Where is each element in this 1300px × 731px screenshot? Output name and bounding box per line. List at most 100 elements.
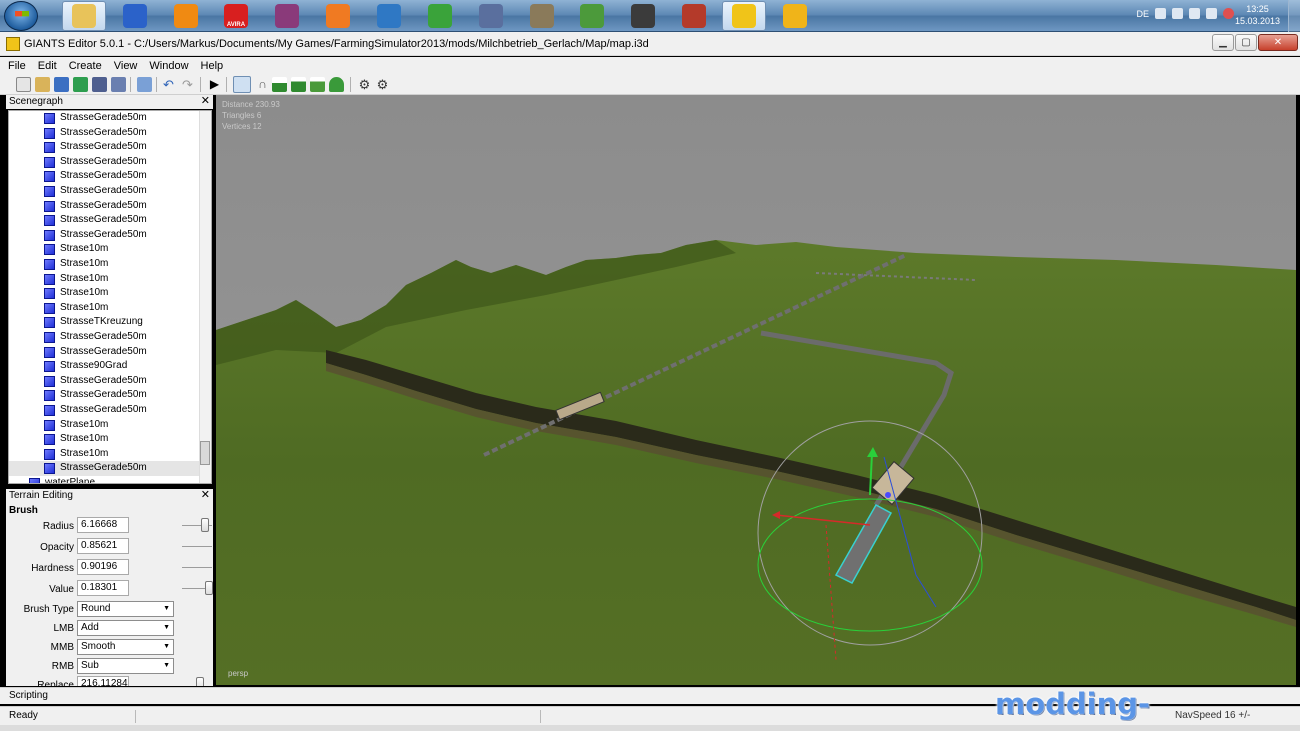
- value-input[interactable]: 0.18301: [77, 580, 129, 596]
- open-folder-icon[interactable]: [35, 77, 50, 92]
- rmb-select[interactable]: Sub: [77, 658, 174, 674]
- taskbar-app-button[interactable]: [62, 1, 106, 31]
- taskbar-app-button[interactable]: [367, 1, 411, 31]
- close-icon[interactable]: ✕: [201, 489, 210, 502]
- scenegraph-item[interactable]: Strase10m: [9, 447, 199, 462]
- scenegraph-item[interactable]: StrasseGerade50m: [9, 330, 199, 345]
- menu-create[interactable]: Create: [69, 60, 102, 72]
- close-icon[interactable]: ✕: [201, 95, 210, 108]
- slider-handle[interactable]: [196, 677, 204, 686]
- 3d-viewport[interactable]: Distance 230.93 Triangles 6 Vertices 12 …: [216, 95, 1296, 685]
- toolbar-separator: [130, 77, 131, 92]
- hardness-input[interactable]: 0.90196: [77, 559, 129, 575]
- minimize-button[interactable]: ▁: [1212, 34, 1234, 51]
- scenegraph-item[interactable]: StrasseGerade50m: [9, 199, 199, 214]
- scenegraph-item[interactable]: StrasseTKreuzung: [9, 315, 199, 330]
- scenegraph-item-label: StrasseTKreuzung: [60, 316, 143, 328]
- scenegraph-item[interactable]: StrasseGerade50m: [9, 140, 199, 155]
- scenegraph-item[interactable]: Strase10m: [9, 286, 199, 301]
- magnet-icon[interactable]: ∩: [255, 77, 270, 92]
- taskbar-app-button[interactable]: [520, 1, 564, 31]
- play-icon[interactable]: ▶: [207, 77, 222, 92]
- scenegraph-item[interactable]: StrasseGerade50m: [9, 228, 199, 243]
- taskbar-app-button[interactable]: AVIRA: [214, 1, 258, 31]
- flag-icon[interactable]: [1172, 8, 1183, 19]
- refresh-icon[interactable]: [73, 77, 88, 92]
- slider-handle[interactable]: [204, 581, 213, 595]
- scenegraph-item[interactable]: StrasseGerade50m: [9, 184, 199, 199]
- undo-icon[interactable]: ↶: [161, 77, 176, 92]
- taskbar-app-button[interactable]: [164, 1, 208, 31]
- menu-window[interactable]: Window: [149, 60, 188, 72]
- close-button[interactable]: ✕: [1258, 34, 1298, 51]
- taskbar-app-button[interactable]: [265, 1, 309, 31]
- menu-view[interactable]: View: [114, 60, 138, 72]
- taskbar-app-button[interactable]: [113, 1, 157, 31]
- brush-type-select[interactable]: Round: [77, 601, 174, 617]
- select-tool-icon[interactable]: [233, 76, 251, 93]
- gear-icon[interactable]: ⚙: [357, 77, 372, 92]
- taskbar-app-button[interactable]: [418, 1, 462, 31]
- new-file-icon[interactable]: [16, 77, 31, 92]
- network-icon[interactable]: [1189, 8, 1200, 19]
- chevron-up-icon[interactable]: [1155, 8, 1166, 19]
- redo-icon[interactable]: ↷: [180, 77, 195, 92]
- scenegraph-item[interactable]: Strase10m: [9, 272, 199, 287]
- menu-help[interactable]: Help: [201, 60, 224, 72]
- taskbar-app-button[interactable]: [469, 1, 513, 31]
- taskbar-clock[interactable]: 13:25 15.03.2013: [1235, 3, 1280, 27]
- hardness-slider[interactable]: [182, 567, 212, 568]
- taskbar-app-button[interactable]: [621, 1, 665, 31]
- scenegraph-item[interactable]: StrasseGerade50m: [9, 388, 199, 403]
- terrain-paint-icon[interactable]: [291, 77, 306, 92]
- scenegraph-item[interactable]: Strase10m: [9, 301, 199, 316]
- scenegraph-item[interactable]: StrasseGerade50m: [9, 213, 199, 228]
- save-icon[interactable]: [92, 77, 107, 92]
- slider-handle[interactable]: [201, 518, 210, 532]
- scenegraph-item[interactable]: StrasseGerade50m: [9, 403, 199, 418]
- scenegraph-item[interactable]: Strase10m: [9, 418, 199, 433]
- import-icon[interactable]: [54, 77, 69, 92]
- scenegraph-item[interactable]: StrasseGerade50m: [9, 169, 199, 184]
- taskbar-app-button[interactable]: [773, 1, 817, 31]
- menu-file[interactable]: File: [8, 60, 26, 72]
- scenegraph-item[interactable]: StrasseGerade50m: [9, 126, 199, 141]
- language-indicator[interactable]: DE: [1136, 9, 1149, 19]
- lmb-select[interactable]: Add: [77, 620, 174, 636]
- scenegraph-item[interactable]: Strase10m: [9, 257, 199, 272]
- menu-edit[interactable]: Edit: [38, 60, 57, 72]
- scenegraph-item[interactable]: StrasseGerade50m: [9, 155, 199, 170]
- scenegraph-tree[interactable]: StrasseGerade50m StrasseGerade50m StrasseG…: [8, 110, 212, 484]
- scenegraph-item[interactable]: StrasseGerade50m: [9, 461, 199, 476]
- replace-input[interactable]: 216.11284: [77, 676, 129, 686]
- taskbar-app-button[interactable]: [316, 1, 360, 31]
- radius-input[interactable]: 6.16668: [77, 517, 129, 533]
- scrollbar-thumb[interactable]: [200, 441, 210, 465]
- terrain-sculpt-icon[interactable]: [272, 77, 287, 92]
- taskbar-app-button[interactable]: [570, 1, 614, 31]
- scenegraph-item[interactable]: Strase10m: [9, 432, 199, 447]
- gizmo-center[interactable]: [885, 492, 891, 498]
- run-script-icon[interactable]: [137, 77, 152, 92]
- start-button[interactable]: [4, 1, 38, 31]
- show-desktop-button[interactable]: [1288, 0, 1300, 32]
- terrain-scene[interactable]: [216, 95, 1296, 685]
- save-as-icon[interactable]: [111, 77, 126, 92]
- plant-paint-icon[interactable]: [329, 77, 344, 92]
- scenegraph-item[interactable]: Strasse90Grad: [9, 359, 199, 374]
- mmb-select[interactable]: Smooth: [77, 639, 174, 655]
- maximize-button[interactable]: ▢: [1235, 34, 1257, 51]
- scenegraph-scrollbar[interactable]: [199, 111, 211, 483]
- opacity-input[interactable]: 0.85621: [77, 538, 129, 554]
- taskbar-app-button[interactable]: [672, 1, 716, 31]
- taskbar-app-button[interactable]: [722, 1, 766, 31]
- opacity-slider[interactable]: [182, 546, 212, 547]
- scenegraph-item[interactable]: StrasseGerade50m: [9, 345, 199, 360]
- volume-muted-icon[interactable]: [1223, 8, 1234, 19]
- scenegraph-item[interactable]: StrasseGerade50m: [9, 374, 199, 389]
- scenegraph-item[interactable]: Strase10m: [9, 242, 199, 257]
- foliage-paint-icon[interactable]: [310, 77, 325, 92]
- settings-icon[interactable]: ⚙: [375, 77, 390, 92]
- scenegraph-item[interactable]: StrasseGerade50m: [9, 111, 199, 126]
- battery-icon[interactable]: [1206, 8, 1217, 19]
